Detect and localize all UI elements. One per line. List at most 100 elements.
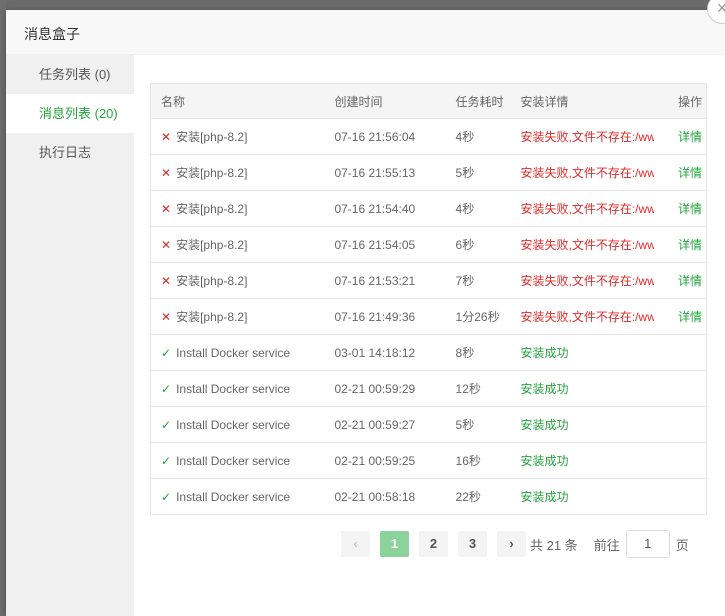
- cell-detail: 安装成功: [510, 334, 668, 371]
- sidebar-item-message-list[interactable]: 消息列表 (20): [6, 94, 134, 133]
- cell-created: 02-21 00:58:18: [324, 478, 446, 515]
- prev-page-button[interactable]: ‹: [341, 531, 370, 557]
- task-name: 安装[php-8.2]: [176, 130, 248, 144]
- header-created: 创建时间: [324, 83, 446, 119]
- success-check-icon: ✓: [161, 453, 172, 468]
- detail-text: 安装失败,文件不存在:/ww: [520, 202, 654, 216]
- cell-action: [667, 478, 707, 515]
- fail-x-icon: ✕: [161, 310, 172, 324]
- cell-created: 07-16 21:54:05: [324, 226, 446, 263]
- cell-created: 07-16 21:55:13: [324, 154, 446, 191]
- page-suffix: 页: [675, 537, 689, 553]
- detail-link[interactable]: 详情: [678, 274, 702, 288]
- sidebar-item-task-list[interactable]: 任务列表 (0): [6, 55, 134, 94]
- cell-created: 02-21 00:59:29: [324, 370, 446, 407]
- sidebar-item-exec-log[interactable]: 执行日志: [6, 133, 134, 172]
- goto-label: 前往: [593, 537, 620, 553]
- cell-created: 03-01 14:18:12: [324, 334, 446, 371]
- cell-action: [667, 442, 707, 479]
- cell-detail: 安装失败,文件不存在:/ww: [510, 118, 668, 155]
- cell-created: 07-16 21:53:21: [324, 262, 446, 299]
- detail-text: 安装失败,文件不存在:/ww: [520, 310, 654, 324]
- detail-text: 安装成功: [520, 490, 569, 504]
- cell-duration: 8秒: [445, 334, 511, 371]
- close-icon[interactable]: ×: [707, 0, 725, 24]
- detail-link[interactable]: 详情: [678, 202, 702, 216]
- cell-duration: 6秒: [445, 226, 511, 263]
- cell-name: ✕ 安装[php-8.2]: [150, 226, 325, 263]
- task-name: 安装[php-8.2]: [176, 238, 248, 252]
- cell-detail: 安装失败,文件不存在:/ww: [510, 298, 668, 335]
- table-header-row: 名称 创建时间 任务耗时 安装详情 操作: [150, 83, 707, 119]
- cell-name: ✓ Install Docker service: [150, 334, 325, 371]
- cell-name: ✕ 安装[php-8.2]: [150, 262, 325, 299]
- page-button-3[interactable]: 3: [458, 531, 487, 557]
- cell-action: 详情: [667, 298, 707, 335]
- cell-created: 02-21 00:59:27: [324, 406, 446, 443]
- cell-name: ✓ Install Docker service: [150, 478, 325, 515]
- cell-created: 02-21 00:59:25: [324, 442, 446, 479]
- table-row: ✓ Install Docker service 02-21 00:59:25 16秒…: [150, 442, 707, 479]
- cell-duration: 5秒: [445, 154, 511, 191]
- detail-link[interactable]: 详情: [678, 130, 702, 144]
- next-page-button[interactable]: ›: [497, 531, 526, 557]
- task-name: 安装[php-8.2]: [176, 202, 248, 216]
- success-check-icon: ✓: [161, 417, 172, 432]
- page-button-1[interactable]: 1: [380, 531, 409, 557]
- cell-duration: 22秒: [445, 478, 511, 515]
- cell-action: 详情: [667, 262, 707, 299]
- table-row: ✕ 安装[php-8.2] 07-16 21:55:13 5秒 安装失败,文件不存在:/…: [150, 154, 707, 191]
- table-row: ✓ Install Docker service 02-21 00:58:18 22秒…: [150, 478, 707, 515]
- cell-detail: 安装失败,文件不存在:/ww: [510, 226, 668, 263]
- cell-detail: 安装成功: [510, 442, 668, 479]
- table-row: ✓ Install Docker service 03-01 14:18:12 8秒安…: [150, 334, 707, 371]
- goto-page-input[interactable]: 1: [625, 530, 670, 558]
- cell-created: 07-16 21:56:04: [324, 118, 446, 155]
- detail-link[interactable]: 详情: [678, 310, 702, 324]
- cell-detail: 安装失败,文件不存在:/ww: [510, 262, 668, 299]
- message-table: 名称 创建时间 任务耗时 安装详情 操作 ✕ 安装[php-8.2] 07-16 2…: [150, 83, 707, 515]
- table-body: ✕ 安装[php-8.2] 07-16 21:56:04 4秒 安装失败,文件不存在:/…: [150, 118, 707, 515]
- task-name: 安装[php-8.2]: [176, 310, 248, 324]
- detail-text: 安装失败,文件不存在:/ww: [520, 274, 654, 288]
- fail-x-icon: ✕: [161, 202, 172, 216]
- fail-x-icon: ✕: [161, 130, 172, 144]
- detail-text: 安装成功: [520, 454, 569, 468]
- success-check-icon: ✓: [161, 381, 172, 396]
- dialog-title: 消息盒子: [24, 26, 80, 42]
- fail-x-icon: ✕: [161, 238, 172, 252]
- success-check-icon: ✓: [161, 345, 172, 360]
- task-name: Install Docker service: [176, 417, 291, 432]
- detail-text: 安装成功: [520, 346, 569, 360]
- task-name: 安装[php-8.2]: [176, 166, 248, 180]
- cell-detail: 安装失败,文件不存在:/ww: [510, 154, 668, 191]
- cell-name: ✕ 安装[php-8.2]: [150, 190, 325, 227]
- cell-duration: 7秒: [445, 262, 511, 299]
- fail-x-icon: ✕: [161, 274, 172, 288]
- cell-detail: 安装成功: [510, 478, 668, 515]
- success-check-icon: ✓: [161, 489, 172, 504]
- message-box-dialog: 消息盒子 × 任务列表 (0) 消息列表 (20) 执行日志 名称 创建时间 任…: [6, 0, 725, 616]
- detail-link[interactable]: 详情: [678, 238, 702, 252]
- task-name: Install Docker service: [176, 489, 291, 504]
- cell-detail: 安装成功: [510, 406, 668, 443]
- table-row: ✕ 安装[php-8.2] 07-16 21:56:04 4秒 安装失败,文件不存在:/…: [150, 118, 707, 155]
- table-row: ✓ Install Docker service 02-21 00:59:27 5秒安…: [150, 406, 707, 443]
- cell-name: ✕ 安装[php-8.2]: [150, 118, 325, 155]
- cell-duration: 5秒: [445, 406, 511, 443]
- header-duration: 任务耗时: [445, 83, 511, 119]
- cell-created: 07-16 21:49:36: [324, 298, 446, 335]
- cell-action: [667, 370, 707, 407]
- task-name: 安装[php-8.2]: [176, 274, 248, 288]
- task-name: Install Docker service: [176, 345, 291, 360]
- page-button-2[interactable]: 2: [419, 531, 448, 557]
- fail-x-icon: ✕: [161, 166, 172, 180]
- cell-name: ✕ 安装[php-8.2]: [150, 154, 325, 191]
- sidebar: 任务列表 (0) 消息列表 (20) 执行日志: [6, 55, 134, 616]
- table-row: ✕ 安装[php-8.2] 07-16 21:54:40 4秒 安装失败,文件不存在:/…: [150, 190, 707, 227]
- table-row: ✕ 安装[php-8.2] 07-16 21:53:21 7秒 安装失败,文件不存在:/…: [150, 262, 707, 299]
- detail-link[interactable]: 详情: [678, 166, 702, 180]
- cell-duration: 1分26秒: [445, 298, 511, 335]
- task-name: Install Docker service: [176, 381, 291, 396]
- backdrop-top: [0, 0, 725, 10]
